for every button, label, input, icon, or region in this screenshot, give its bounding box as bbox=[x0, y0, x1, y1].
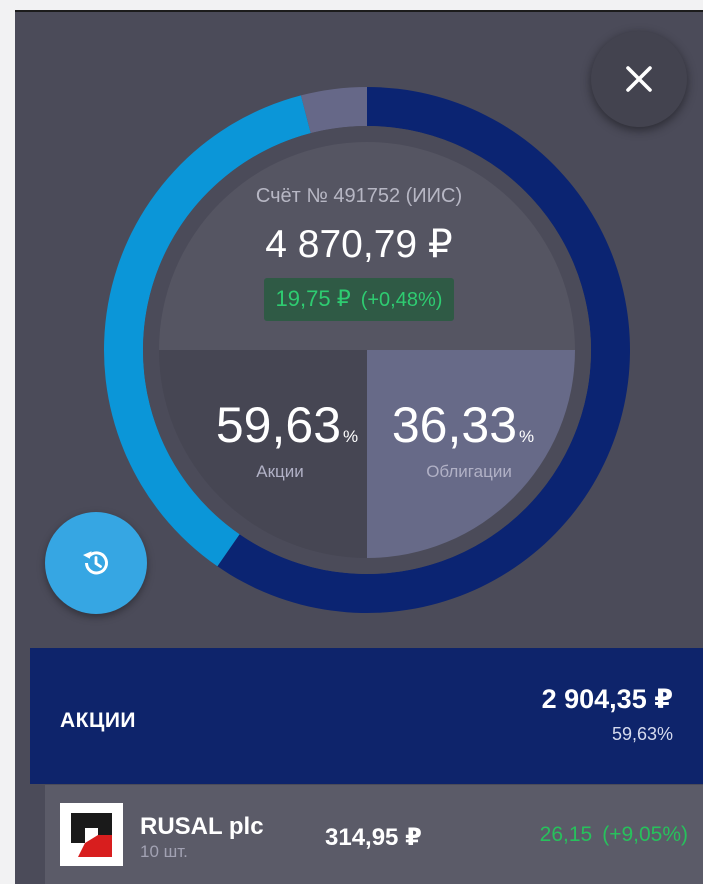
bonds-percent: 36,33% bbox=[363, 396, 563, 454]
history-icon bbox=[83, 551, 108, 575]
asset-change-value: 26,15 bbox=[539, 823, 593, 846]
history-button[interactable] bbox=[45, 512, 147, 614]
close-icon bbox=[626, 66, 652, 92]
portfolio-change-wrap: 19,75 ₽ (+0,48%) bbox=[15, 278, 703, 321]
bonds-label: Облигации bbox=[426, 462, 512, 481]
portfolio-screen: Счёт № 491752 (ИИС) 4 870,79 ₽ 19,75 ₽ (+… bbox=[15, 10, 703, 884]
stocks-percent: 59,63% bbox=[187, 396, 387, 454]
rusal-logo bbox=[60, 803, 123, 866]
rusal-logo-mark bbox=[71, 813, 112, 857]
asset-price: 314,95 ₽ bbox=[325, 824, 422, 851]
section-title: АКЦИИ bbox=[60, 709, 137, 732]
bonds-percent-symbol: % bbox=[519, 427, 535, 446]
asset-quantity: 10 шт. bbox=[140, 842, 188, 861]
asset-row-rusal[interactable]: RUSAL plc 10 шт. 314,95 ₽ 26,15 (+9,05%) bbox=[45, 785, 703, 884]
portfolio-total: 4 870,79 ₽ bbox=[265, 223, 453, 266]
stocks-percent-value: 59,63 bbox=[215, 397, 341, 453]
stocks-percent-symbol: % bbox=[343, 427, 359, 446]
portfolio-change-badge: 19,75 ₽ (+0,48%) bbox=[263, 278, 455, 321]
section-percent: 59,63% bbox=[611, 724, 673, 744]
asset-change: 26,15 (+9,05%) bbox=[540, 823, 688, 847]
section-sum: 2 904,35 ₽ bbox=[541, 684, 673, 714]
stocks-section-header[interactable]: АКЦИИ 2 904,35 ₽ 59,63% bbox=[30, 648, 703, 784]
account-number: Счёт № 491752 (ИИС) bbox=[255, 185, 463, 207]
stocks-label: Акции bbox=[256, 462, 304, 481]
change-value: 19,75 ₽ bbox=[275, 286, 351, 311]
close-button[interactable] bbox=[591, 31, 687, 127]
bonds-percent-value: 36,33 bbox=[391, 397, 517, 453]
asset-change-percent: (+9,05%) bbox=[602, 823, 688, 846]
asset-name: RUSAL plc bbox=[140, 813, 264, 840]
change-percent: (+0,48%) bbox=[360, 289, 443, 311]
